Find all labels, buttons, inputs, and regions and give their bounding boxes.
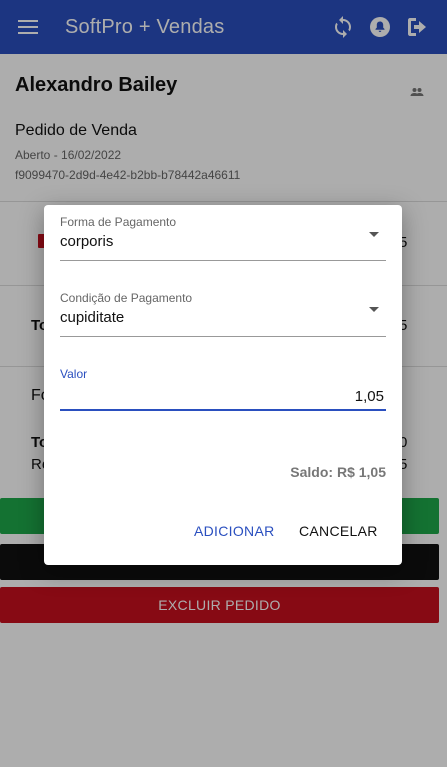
chevron-down-icon[interactable] — [369, 232, 379, 237]
payment-form-label: Forma de Pagamento — [60, 215, 177, 229]
payment-condition-select[interactable]: cupiditate — [60, 309, 124, 326]
payment-condition-label: Condição de Pagamento — [60, 291, 193, 305]
amount-label: Valor — [60, 367, 88, 381]
payment-dialog: Forma de Pagamento corporis Condição de … — [44, 205, 402, 565]
payment-form-select[interactable]: corporis — [60, 233, 113, 250]
field-underline — [60, 260, 386, 261]
field-underline — [60, 336, 386, 337]
add-button[interactable]: ADICIONAR — [194, 523, 275, 539]
balance-text: Saldo: R$ 1,05 — [290, 464, 386, 480]
chevron-down-icon[interactable] — [369, 307, 379, 312]
amount-input[interactable] — [60, 383, 386, 411]
cancel-button[interactable]: CANCELAR — [299, 523, 378, 539]
